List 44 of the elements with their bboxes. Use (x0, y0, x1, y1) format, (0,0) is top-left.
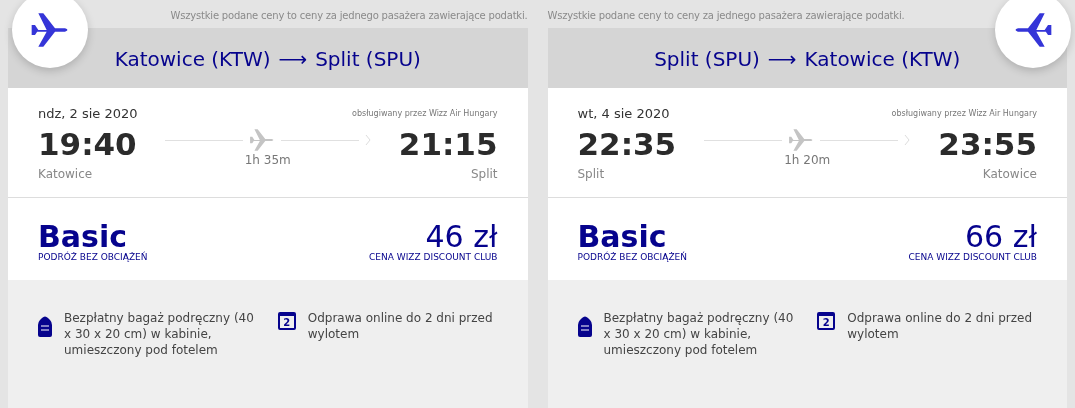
feature-text: Bezpłatny bagaż podręczny (40 x 30 x 20 cm) w kabinie, umieszczony pod fotelem (603, 310, 795, 359)
arrival-time: 21:15 (398, 126, 498, 162)
feature-text: Bezpłatny bagaż podręczny (40 x 30 x 20 cm) w kabinie, umieszczony pod fotelem (64, 310, 255, 359)
backpack-icon (38, 315, 52, 337)
fare-subtitle: PODRÓŻ BEZ OBCIĄŻEŃ (38, 252, 148, 262)
flight-duration: 1h 20m (784, 153, 831, 167)
departure-city: Split (577, 167, 605, 181)
calendar-icon: 2 (277, 312, 296, 330)
fare-price: 46 zł (425, 222, 498, 252)
fare-name: Basic (38, 222, 128, 252)
feature-text: Odprawa online do 2 dni przed wylotem (847, 310, 1034, 343)
departure-city: Katowice (38, 167, 93, 181)
backpack-icon (577, 315, 592, 337)
calendar-icon: 2 (817, 312, 836, 330)
flight-duration: 1h 35m (244, 153, 291, 167)
fare-name: Basic (577, 222, 667, 252)
flight-date: wt, 4 sie 2020 (577, 106, 670, 121)
airplane-icon (788, 127, 815, 153)
fare-price: 66 zł (965, 222, 1037, 252)
arrow-glyph: ⟶ (278, 47, 308, 71)
arrival-city: Katowice (982, 167, 1037, 181)
feature-text: Odprawa online do 2 dni przed wylotem (307, 310, 494, 343)
airplane-icon (248, 127, 275, 153)
arrival-city: Split (470, 167, 498, 181)
price-label: CENA WIZZ DISCOUNT CLUB (908, 252, 1037, 262)
operator-text: obsługiwany przez Wizz Air Hungary (891, 109, 1037, 118)
price-note: Wszystkie podane ceny to ceny za jednego pasażera zawierające podatki. (547, 9, 905, 23)
destination-airport: Katowice (KTW) (804, 47, 961, 71)
price-note: Wszystkie podane ceny to ceny za jednego pasażera zawierające podatki. (170, 9, 528, 23)
destination-airport: Split (SPU) (315, 47, 421, 71)
operator-text: obsługiwany przez Wizz Air Hungary (352, 109, 498, 118)
departure-time: 19:40 (38, 126, 137, 162)
departure-time: 22:35 (577, 126, 677, 162)
origin-airport: Split (SPU) (654, 47, 760, 71)
price-label: CENA WIZZ DISCOUNT CLUB (369, 252, 498, 262)
flight-date: ndz, 2 sie 2020 (38, 106, 138, 121)
origin-airport: Katowice (KTW) (114, 47, 271, 71)
chevron-icon (364, 134, 371, 146)
chevron-icon (904, 134, 911, 146)
airplane-icon (30, 10, 70, 50)
airplane-icon (1013, 10, 1053, 50)
fare-subtitle: PODRÓŻ BEZ OBCIĄŻEŃ (577, 252, 687, 262)
arrow-glyph: ⟶ (767, 47, 797, 71)
arrival-time: 23:55 (938, 126, 1037, 162)
